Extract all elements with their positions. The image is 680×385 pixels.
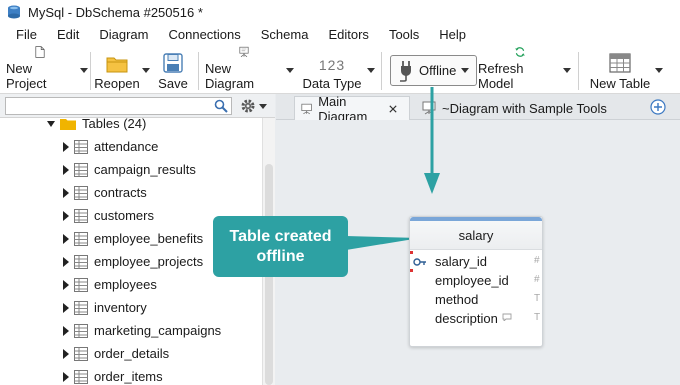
- callout-line-2: offline: [256, 247, 305, 265]
- offline-pointer-arrowhead: [424, 173, 440, 194]
- callout-line-1: Table created: [229, 227, 332, 245]
- column-name: description: [435, 311, 498, 326]
- callout-bubble: Table created offline: [213, 216, 348, 277]
- table-column[interactable]: employee_id #: [410, 272, 544, 291]
- table-header[interactable]: salary: [410, 217, 542, 250]
- table-name: salary: [458, 227, 494, 243]
- annotation-arrows: [346, 87, 440, 250]
- relation-marker: [410, 269, 413, 272]
- column-name: salary_id: [435, 254, 488, 269]
- column-name: method: [435, 292, 479, 307]
- table-column[interactable]: description T: [410, 310, 544, 329]
- column-type-icon: #: [534, 255, 540, 266]
- relation-marker: [410, 251, 413, 254]
- table-column[interactable]: salary_id #: [410, 253, 544, 272]
- column-type-icon: T: [534, 293, 541, 304]
- comment-icon: [502, 313, 512, 321]
- column-type-icon: #: [534, 274, 540, 285]
- diagram-table-salary[interactable]: salary salary_id # employee_id # method …: [409, 216, 543, 347]
- column-type-icon: T: [534, 312, 541, 323]
- primary-key-icon: [413, 258, 426, 266]
- column-name: employee_id: [435, 273, 509, 288]
- table-column[interactable]: method T: [410, 291, 544, 310]
